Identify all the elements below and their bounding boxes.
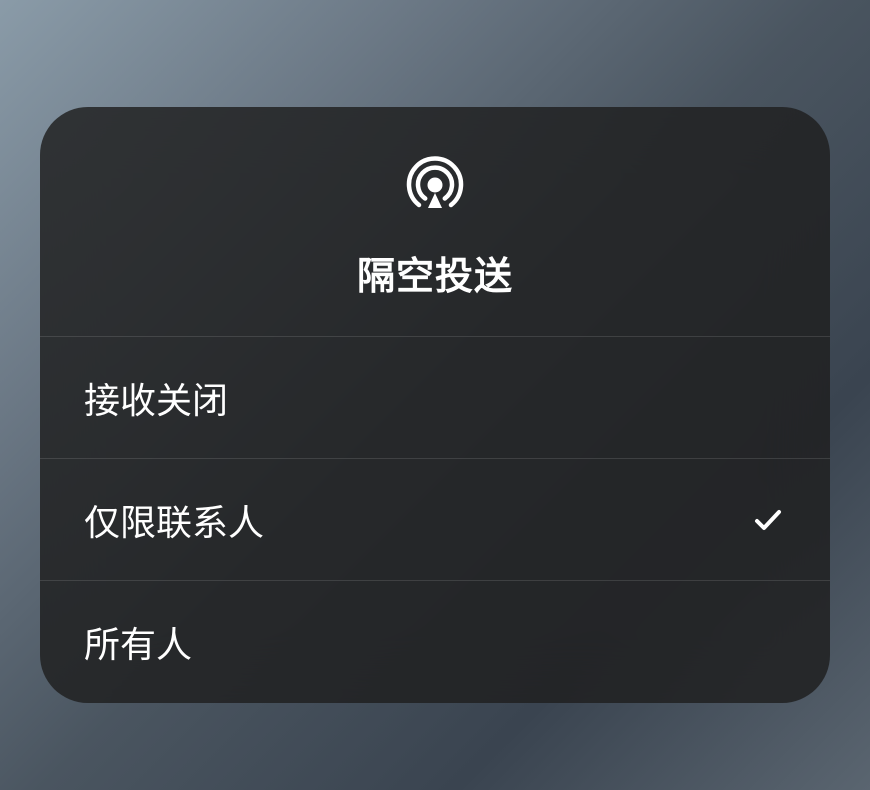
options-list: 接收关闭 仅限联系人 所有人 — [40, 337, 830, 703]
option-label: 所有人 — [84, 616, 192, 668]
airdrop-icon — [399, 149, 471, 221]
option-receiving-off[interactable]: 接收关闭 — [40, 337, 830, 459]
option-label: 仅限联系人 — [84, 494, 264, 546]
airdrop-popup: 隔空投送 接收关闭 仅限联系人 所有人 — [40, 107, 830, 703]
popup-header: 隔空投送 — [40, 107, 830, 337]
option-label: 接收关闭 — [84, 372, 228, 424]
option-contacts-only[interactable]: 仅限联系人 — [40, 459, 830, 581]
checkmark-icon — [750, 502, 786, 538]
option-everyone[interactable]: 所有人 — [40, 581, 830, 703]
popup-title: 隔空投送 — [357, 245, 513, 300]
